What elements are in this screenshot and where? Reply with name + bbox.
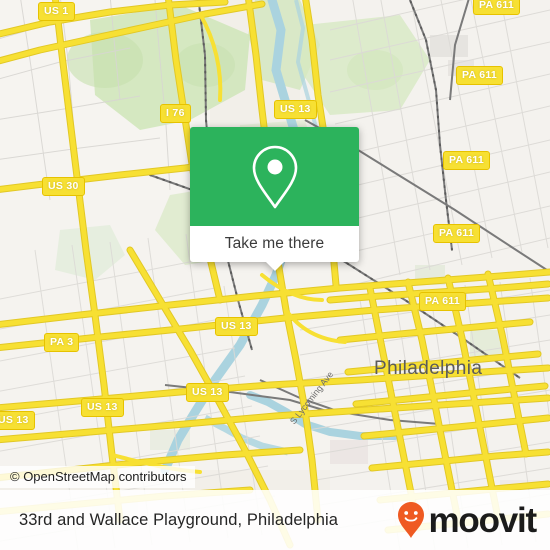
footer-bar: 33rd and Wallace Playground, Philadelphi… <box>0 490 550 550</box>
road-shield: US 13 <box>0 411 35 430</box>
callout-action-bar[interactable]: Take me there <box>190 226 359 271</box>
road-shield: US 13 <box>81 398 124 417</box>
road-shield: PA 611 <box>433 224 481 243</box>
map-attribution[interactable]: © OpenStreetMap contributors <box>0 466 195 488</box>
road-shield: PA 611 <box>443 151 491 170</box>
take-me-there-label: Take me there <box>224 235 325 252</box>
road-shield: PA 3 <box>44 333 80 352</box>
city-label-philadelphia: Philadelphia <box>374 358 483 379</box>
callout-icon-panel <box>190 127 359 226</box>
road-shield: I 76 <box>160 104 191 123</box>
road-shield: US 13 <box>186 383 229 402</box>
road-shield: US 13 <box>215 317 258 336</box>
road-shield: PA 611 <box>456 66 504 85</box>
road-shield: US 30 <box>42 177 85 196</box>
moovit-wordmark: moovit <box>428 500 537 540</box>
map-screenshot: US 1 I 76 US 13 PA 611 PA 611 PA 611 PA 611 PA … <box>0 0 550 550</box>
road-shield: US 1 <box>38 2 75 21</box>
map-pin-icon <box>252 145 297 208</box>
moovit-pin-smiley-icon <box>398 502 425 538</box>
road-shield: PA 611 <box>419 292 467 311</box>
road-shield: US 13 <box>274 100 317 119</box>
place-title: 33rd and Wallace Playground, Philadelphi… <box>19 510 339 529</box>
road-shield: PA 611 <box>473 0 521 15</box>
moovit-logo[interactable]: moovit <box>396 500 537 540</box>
callout-tail <box>265 262 284 271</box>
take-me-there-callout[interactable]: Take me there <box>190 127 359 271</box>
